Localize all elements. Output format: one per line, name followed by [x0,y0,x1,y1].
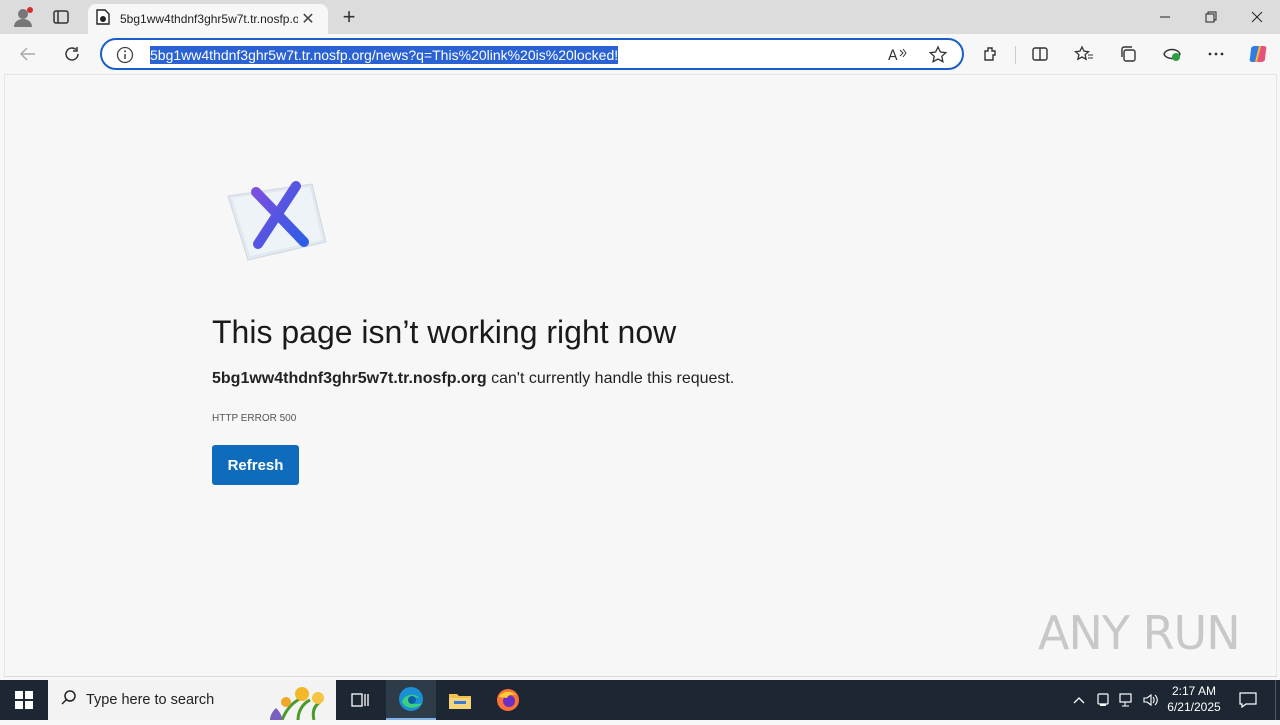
toolbar-divider [1015,46,1016,64]
tab-title: 5bg1ww4thdnf3ghr5w7t.tr.nosfp.org [120,12,298,26]
error-code: HTTP ERROR 500 [212,413,297,424]
clock-date: 6/21/2025 [1167,700,1221,714]
browser-toolbar: 5bg1ww4thdnf3ghr5w7t.tr.nosfp.org/news?q… [0,34,1280,74]
minimize-icon[interactable] [1142,0,1188,34]
broken-page-icon [222,180,332,271]
extensions-icon[interactable] [975,38,1007,70]
tab-active[interactable]: 5bg1ww4thdnf3ghr5w7t.tr.nosfp.org ✕ [88,4,328,34]
error-message: 5bg1ww4thdnf3ghr5w7t.tr.nosfp.org can't … [212,370,734,388]
search-icon [60,689,78,712]
site-info-icon[interactable] [116,46,134,69]
tab-close-icon[interactable]: ✕ [298,9,318,29]
read-aloud-icon[interactable]: A [888,46,908,69]
taskbar: Type here to search [0,680,1280,721]
clock-time: 2:17 AM [1171,684,1217,698]
search-placeholder: Type here to search [86,692,215,708]
reload-icon[interactable] [56,38,88,70]
flowers-decoration-icon [258,682,334,725]
profile-icon[interactable] [8,0,38,34]
svg-text:A: A [888,48,898,64]
notifications-icon[interactable] [1232,680,1264,720]
title-bar: 5bg1ww4thdnf3ghr5w7t.tr.nosfp.org ✕ + [0,0,1280,34]
page-document-icon [96,8,110,30]
watermark-logo: ANY RUN [1038,606,1241,660]
volume-icon[interactable] [1140,680,1162,720]
edge-taskbar-icon[interactable] [386,680,436,720]
clock[interactable]: 2:17 AM 6/21/2025 [1162,683,1226,715]
show-desktop-divider[interactable] [1275,680,1276,720]
address-bar[interactable]: 5bg1ww4thdnf3ghr5w7t.tr.nosfp.org/news?q… [100,38,964,70]
favorites-icon[interactable] [1068,38,1100,70]
more-options-icon[interactable] [1200,38,1232,70]
tray-device-icon[interactable] [1092,680,1114,720]
new-tab-button[interactable]: + [336,0,362,34]
firefox-icon[interactable] [486,680,530,720]
windows-start-icon[interactable] [0,680,48,720]
split-screen-icon[interactable] [1024,38,1056,70]
task-view-icon[interactable] [340,680,380,720]
favorite-star-icon[interactable] [928,45,948,70]
error-host: 5bg1ww4thdnf3ghr5w7t.tr.nosfp.org [212,370,487,387]
watermark-text: ANY RUN [1038,606,1241,660]
close-window-icon[interactable] [1234,0,1280,34]
browser-essentials-icon[interactable] [1156,38,1188,70]
tray-chevron-icon[interactable] [1068,680,1090,720]
restore-icon[interactable] [1188,0,1234,34]
file-explorer-icon[interactable] [438,680,482,720]
back-icon[interactable] [12,38,44,70]
error-heading: This page isn’t working right now [212,314,677,350]
url-text[interactable]: 5bg1ww4thdnf3ghr5w7t.tr.nosfp.org/news?q… [150,46,619,64]
network-icon[interactable] [1116,680,1138,720]
taskbar-search[interactable]: Type here to search [48,680,336,721]
error-message-text: can't currently handle this request. [486,370,735,387]
tab-actions-icon[interactable] [46,0,76,34]
copilot-icon[interactable] [1242,38,1274,70]
refresh-button[interactable]: Refresh [212,445,299,485]
collections-icon[interactable] [1112,38,1144,70]
